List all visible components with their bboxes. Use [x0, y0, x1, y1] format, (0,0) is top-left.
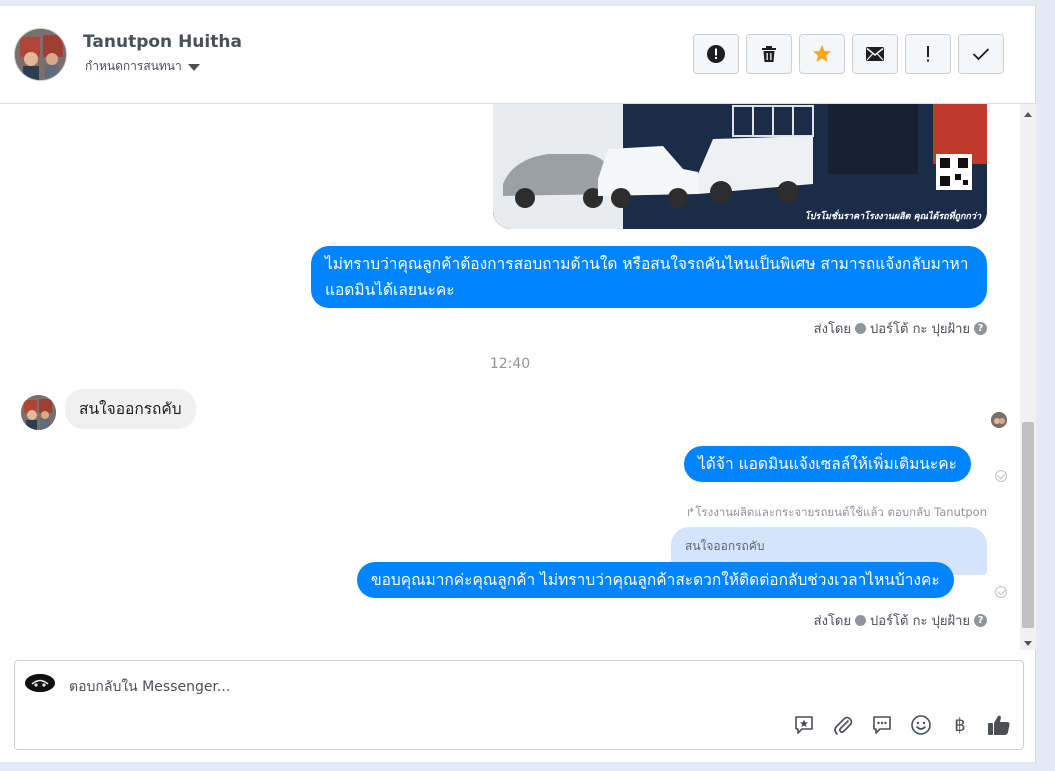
trash-icon — [762, 46, 776, 62]
attach-button[interactable] — [831, 713, 855, 737]
paperclip-icon — [834, 716, 853, 735]
chat-bubble-button[interactable] — [870, 713, 894, 737]
page-edge — [1037, 0, 1055, 771]
reply-input[interactable] — [69, 676, 769, 698]
message-timestamp: 12:40 — [489, 356, 531, 372]
mark-unread-button[interactable] — [852, 34, 898, 74]
conversation-header: Tanutpon Huitha กำหนดการสนทนา — [0, 6, 1036, 104]
incoming-message[interactable]: สนใจออกรถคับ — [65, 389, 196, 429]
help-icon[interactable]: ? — [974, 322, 987, 335]
reply-arrow-icon: ↱ — [685, 505, 696, 519]
thumbs-up-icon — [988, 715, 1010, 735]
delivered-check-icon — [995, 586, 1007, 598]
conversation-panel: Tanutpon Huitha กำหนดการสนทนา โปรโมชั่นร… — [0, 6, 1036, 762]
sent-by-prefix: ส่งโดย — [813, 614, 851, 629]
sent-by-label: ส่งโดย ปอร์โต้ กะ ปุยฝ้าย ? — [814, 318, 987, 339]
sent-by-label: ส่งโดย ปอร์โต้ กะ ปุยฝ้าย ? — [814, 610, 987, 631]
outgoing-message[interactable]: ขอบคุณมากค่ะคุณลูกค้า ไม่ทราบว่าคุณลูกค้… — [357, 562, 954, 598]
sent-by-name: ปอร์โต้ กะ ปุยฝ้าย — [870, 322, 970, 337]
smiley-icon — [911, 715, 931, 735]
star-button[interactable] — [799, 34, 845, 74]
sent-by-name: ปอร์โต้ กะ ปุยฝ้าย — [870, 614, 970, 629]
outgoing-message[interactable]: ได้จ้า แอดมินแจ้งเซลล์ให้เพิ่มเติมนะคะ — [684, 446, 971, 482]
verified-badge-icon — [855, 615, 866, 626]
star-bubble-icon — [795, 716, 813, 734]
help-icon[interactable]: ? — [974, 614, 987, 627]
chat-bubble-icon — [873, 716, 891, 734]
promo-image-message[interactable]: โปรโมชั่นราคาโรงงานผลิต คุณได้รถที่ถูกกว… — [493, 104, 987, 229]
contact-avatar-small[interactable] — [21, 395, 56, 430]
scroll-down-arrow-icon[interactable] — [1024, 641, 1032, 646]
seen-avatar — [991, 412, 1007, 428]
assign-conversation-dropdown[interactable]: กำหนดการสนทนา — [85, 57, 200, 76]
saved-reply-button[interactable] — [792, 713, 816, 737]
delivered-check-icon — [995, 470, 1007, 482]
like-button[interactable] — [987, 713, 1011, 737]
scroll-up-arrow-icon[interactable] — [1024, 112, 1032, 117]
important-button[interactable] — [905, 34, 951, 74]
reply-composer: ฿ — [14, 660, 1024, 750]
header-toolbar — [693, 34, 1004, 74]
contact-avatar[interactable] — [14, 28, 67, 81]
check-icon — [972, 48, 990, 61]
page-bottom-edge — [0, 762, 1055, 771]
composer-toolbar: ฿ — [792, 713, 1011, 737]
emoji-button[interactable] — [909, 713, 933, 737]
exclamation-icon — [927, 46, 929, 62]
assign-label: กำหนดการสนทนา — [85, 59, 182, 73]
payment-button[interactable]: ฿ — [948, 713, 972, 737]
message-thread: โปรโมชั่นราคาโรงงานผลิต คุณได้รถที่ถูกกว… — [0, 104, 1020, 650]
star-icon — [813, 45, 831, 62]
delete-button[interactable] — [746, 34, 792, 74]
scroll-thumb[interactable] — [1022, 422, 1034, 628]
thread-scrollbar[interactable] — [1020, 104, 1036, 650]
page-avatar — [25, 674, 55, 692]
reply-context-text: โรงงานผลิตและกระจายรถยนต์ใช้แล้ว ตอบกลับ… — [695, 505, 987, 519]
reply-context-label: ↱โรงงานผลิตและกระจายรถยนต์ใช้แล้ว ตอบกลั… — [686, 504, 987, 522]
contact-name: Tanutpon Huitha — [83, 32, 242, 52]
sent-by-prefix: ส่งโดย — [813, 322, 851, 337]
done-button[interactable] — [958, 34, 1004, 74]
envelope-icon — [866, 47, 884, 61]
outgoing-message[interactable]: ไม่ทราบว่าคุณลูกค้าต้องการสอบถามด้านใด ห… — [311, 246, 987, 308]
baht-icon: ฿ — [954, 714, 966, 736]
verified-badge-icon — [855, 323, 866, 334]
block-button[interactable] — [693, 34, 739, 74]
promo-caption: โปรโมชั่นราคาโรงงานผลิต คุณได้รถที่ถูกกว… — [804, 212, 981, 222]
alert-circle-icon — [707, 45, 725, 63]
caret-down-icon — [187, 63, 200, 71]
